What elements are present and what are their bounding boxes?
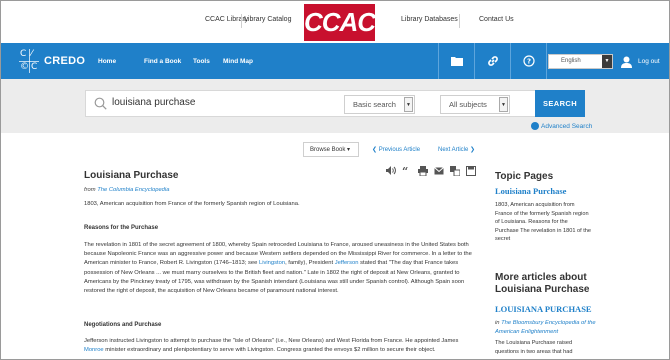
chevron-down-icon: ▼ xyxy=(602,55,612,68)
section-heading: Reasons for the Purchase xyxy=(84,225,159,231)
save-icon[interactable] xyxy=(465,165,476,176)
source-prefix: in xyxy=(495,320,500,326)
livingston-link[interactable]: Livingston xyxy=(259,260,285,266)
ccac-logo[interactable]: CCAC xyxy=(303,4,376,41)
bloomsbury-link[interactable]: The Bloomsbury Encyclopedia of the Ameri… xyxy=(495,320,596,335)
section-paragraph: The revelation in 1801 of the secret agr… xyxy=(84,241,474,296)
svg-text:“: “ xyxy=(402,167,408,175)
subject-select[interactable]: All subjects ▼ xyxy=(440,95,510,114)
paragraph-text: Jefferson instructed Livingston to attem… xyxy=(84,338,459,344)
search-mode-value: Basic search xyxy=(353,100,396,109)
logo-text: CCAC xyxy=(303,7,376,37)
monroe-link[interactable]: Monroe xyxy=(84,347,104,353)
previous-article-link[interactable]: ❮ Previous Article xyxy=(372,146,420,153)
divider xyxy=(459,14,460,28)
article-lead: 1803, American acquisition from France o… xyxy=(84,201,300,207)
folder-icon[interactable] xyxy=(438,43,474,79)
nav-mind-map[interactable]: Mind Map xyxy=(223,58,253,65)
source-prefix: from xyxy=(84,187,96,193)
topic-page-link[interactable]: Louisiana Purchase xyxy=(495,186,566,196)
search-button[interactable]: SEARCH xyxy=(535,90,585,117)
logout-link[interactable]: Log out xyxy=(638,58,660,65)
translate-icon[interactable] xyxy=(449,165,460,176)
more-article-source: in The Bloomsbury Encyclopedia of the Am… xyxy=(495,319,605,336)
listen-icon[interactable] xyxy=(385,165,396,176)
search-mode-select[interactable]: Basic search ▼ xyxy=(344,95,415,114)
credo-logo-icon[interactable]: C ⁄ © C xyxy=(19,49,39,73)
cite-icon[interactable]: “ xyxy=(401,165,412,176)
more-articles-heading: More articles about Louisiana Purchase xyxy=(495,272,590,295)
more-article-link[interactable]: LOUISIANA PURCHASE xyxy=(495,304,592,314)
library-header: CCAC Library Library Catalog CCAC Librar… xyxy=(1,1,669,43)
subject-value: All subjects xyxy=(449,100,487,109)
chevron-down-icon: ▼ xyxy=(499,97,508,112)
nav-divider xyxy=(546,43,547,79)
link-icon[interactable] xyxy=(474,43,510,79)
paragraph-text: minister extraordinary and plenipotentia… xyxy=(103,347,436,354)
topic-pages-heading: Topic Pages xyxy=(495,171,554,182)
browser-page: CCAC Library Library Catalog CCAC Librar… xyxy=(0,0,670,360)
library-databases-link[interactable]: Library Databases xyxy=(401,16,458,23)
topic-page-snippet: 1803, American acquisition from France o… xyxy=(495,202,591,243)
advanced-search-link[interactable]: Advanced Search xyxy=(541,123,592,130)
print-icon[interactable] xyxy=(417,165,428,176)
article-tools: “ xyxy=(385,165,476,176)
email-icon[interactable] xyxy=(433,165,444,176)
language-select[interactable]: English ▼ xyxy=(548,54,613,69)
contact-us-link[interactable]: Contact Us xyxy=(479,16,514,23)
svg-text:?: ? xyxy=(526,58,530,66)
credo-navbar: C ⁄ © C CREDO Home Find a Book Tools Mind … xyxy=(1,43,669,79)
section-paragraph: Jefferson instructed Livingston to attem… xyxy=(84,337,474,355)
jefferson-link[interactable]: Jefferson xyxy=(335,260,359,266)
search-input[interactable] xyxy=(112,97,332,108)
language-value: English xyxy=(561,58,581,64)
search-box: Basic search ▼ All subjects ▼ xyxy=(85,90,584,117)
nav-find-a-book[interactable]: Find a Book xyxy=(144,58,181,65)
more-article-snippet: The Louisiana Purchase raised questions … xyxy=(495,340,573,355)
section-heading: Negotiations and Purchase xyxy=(84,322,162,328)
source-link[interactable]: The Columbia Encyclopedia xyxy=(97,187,169,193)
article-title: Louisiana Purchase xyxy=(84,170,179,181)
chevron-down-icon: ▼ xyxy=(404,97,413,112)
gear-icon xyxy=(531,122,539,130)
nav-home[interactable]: Home xyxy=(98,58,116,65)
help-icon[interactable]: ? xyxy=(510,43,546,79)
credo-brand[interactable]: CREDO xyxy=(44,55,85,67)
paragraph-text: , family), President xyxy=(285,260,335,267)
browse-book-button[interactable]: Browse Book ▾ xyxy=(303,142,359,157)
library-catalog-link[interactable]: Library Catalog xyxy=(244,16,291,23)
search-icon xyxy=(94,97,107,115)
nav-tools[interactable]: Tools xyxy=(193,58,210,65)
divider xyxy=(241,14,242,28)
user-icon[interactable] xyxy=(621,55,632,73)
next-article-link[interactable]: Next Article ❯ xyxy=(438,146,475,153)
article-source: from The Columbia Encyclopedia xyxy=(84,187,169,193)
